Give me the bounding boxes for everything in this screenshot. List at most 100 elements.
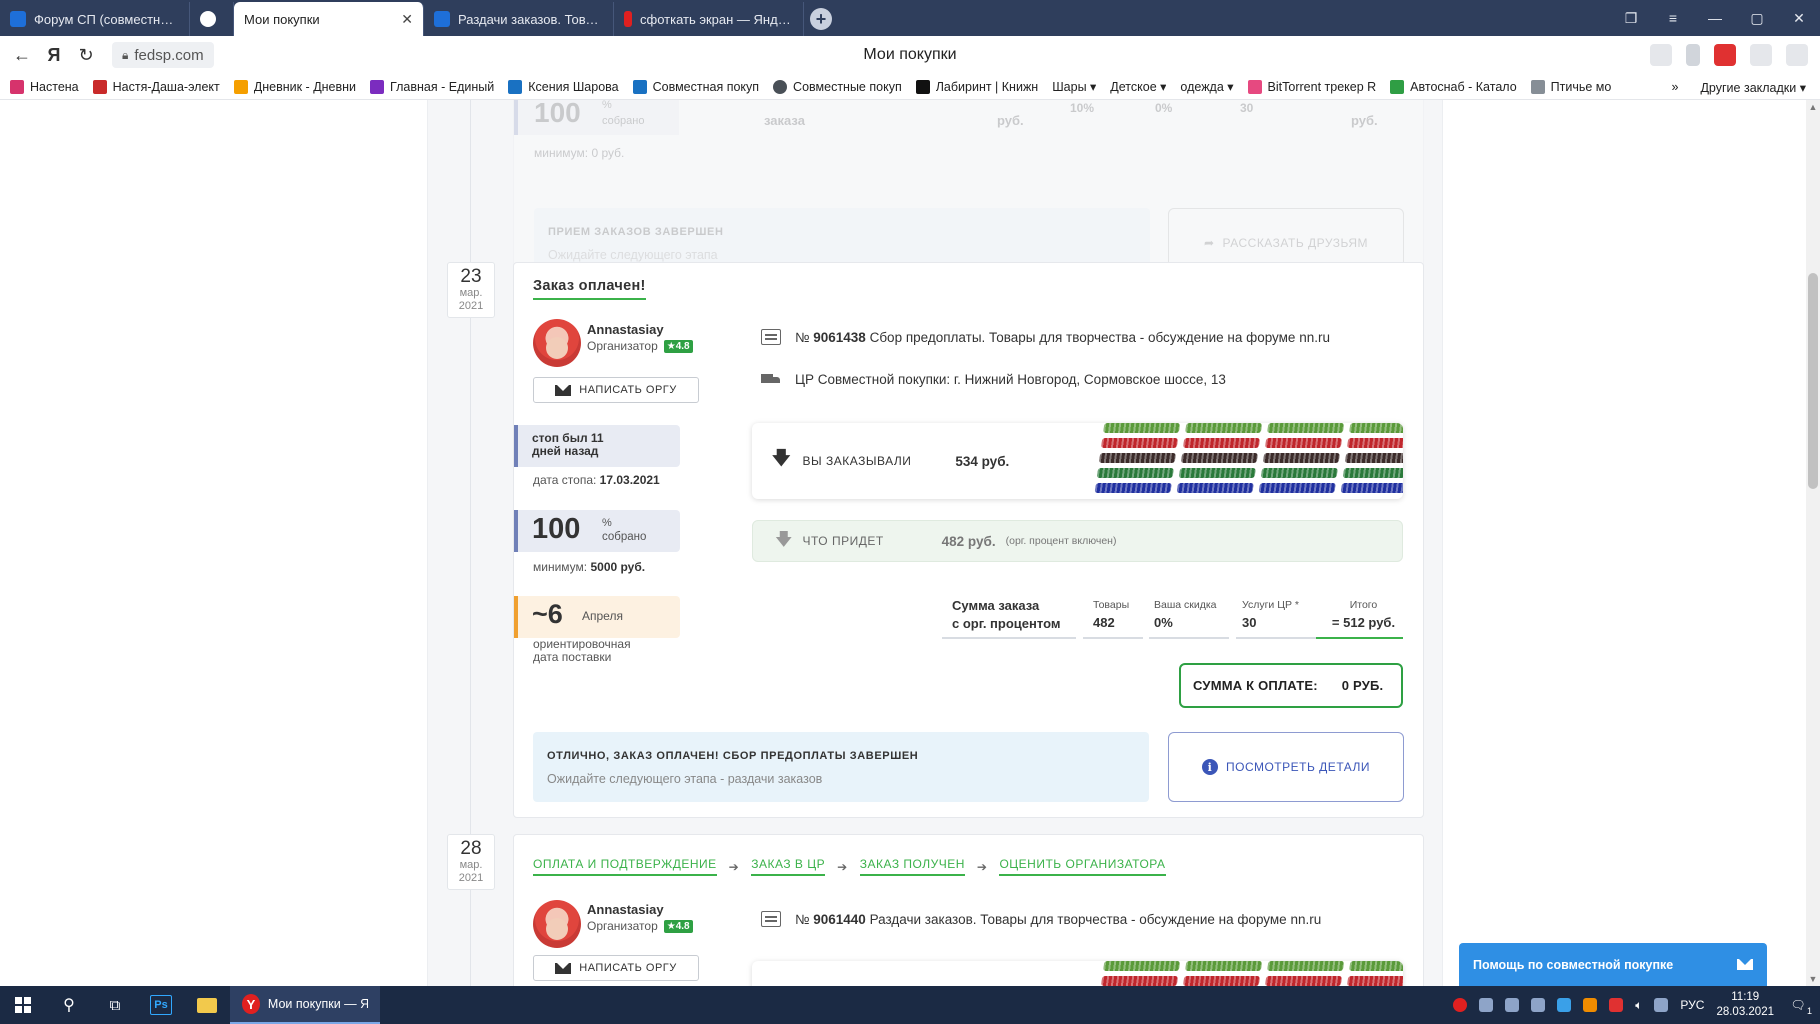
taskbar-browser-app[interactable]: Y Мои покупки — Я... — [230, 986, 380, 1024]
date-day: 28 — [460, 838, 482, 859]
reader-icon[interactable] — [1650, 44, 1672, 66]
new-tab-button[interactable]: + — [804, 2, 838, 36]
volume-icon[interactable]: 🔈︎ — [1635, 998, 1642, 1013]
tray-network-icon[interactable] — [1531, 998, 1546, 1012]
menu-icon[interactable]: ≡ — [1652, 10, 1694, 26]
minimum-text: минимум: 0 руб. — [534, 146, 625, 160]
bookmark-item[interactable]: Настя-Даша-элект — [92, 79, 220, 94]
tab-pinned[interactable] — [190, 2, 234, 36]
collections-icon[interactable] — [1750, 44, 1772, 66]
yandex-favicon-icon — [624, 11, 632, 27]
tray-torrent-icon[interactable] — [1583, 998, 1598, 1012]
order-title[interactable]: № 9061440 Раздачи заказов. Товары для тв… — [795, 912, 1321, 927]
bookmark-item[interactable]: Лабиринт | Книжн — [915, 79, 1038, 94]
stop-date-label: дата стопа: — [533, 473, 597, 487]
windows-taskbar: ⚲ ⧉ Ps Y Мои покупки — Я... 🔈︎ РУС 11:19… — [0, 986, 1820, 1024]
scrollbar-thumb[interactable] — [1808, 273, 1818, 489]
sum-label-line2: с орг. процентом — [952, 616, 1061, 631]
notice-subtitle: Ожидайте следующего этапа — [548, 248, 718, 262]
step-rate-organizer[interactable]: ОЦЕНИТЬ ОРГАНИЗАТОРА — [999, 857, 1166, 876]
tray-steam-icon[interactable] — [1505, 998, 1520, 1012]
clock[interactable]: 11:19 28.03.2021 — [1716, 990, 1774, 1020]
avatar-face — [546, 918, 568, 940]
task-view-icon[interactable]: ⧉ — [92, 986, 138, 1024]
forum-favicon-icon — [10, 11, 26, 27]
bookmark-folder[interactable]: одежда ▾ — [1180, 79, 1233, 94]
tray-update-icon[interactable] — [1557, 998, 1572, 1012]
tab-distribution[interactable]: Раздачи заказов. Товары — [424, 2, 614, 36]
notifications-icon[interactable]: 🗨︎ 1 — [1786, 998, 1812, 1016]
bookmark-item[interactable]: Птичье мо — [1530, 79, 1612, 94]
bookmark-item[interactable]: Настена — [10, 79, 79, 94]
beads-strip — [1258, 423, 1345, 499]
file-explorer-icon[interactable] — [184, 986, 230, 1024]
tray-yandex-icon[interactable] — [1453, 998, 1468, 1012]
arrow-down-icon: 🡇 — [772, 448, 791, 468]
bookmark-item[interactable]: Дневник - Дневни — [233, 79, 356, 94]
scroll-down-icon[interactable]: ▼ — [1806, 974, 1820, 984]
tabs-list-icon[interactable]: ❐ — [1610, 10, 1652, 27]
amount-to-pay-box: СУММА К ОПЛАТЕ: 0 РУБ. — [1179, 663, 1403, 708]
tray-app-icon[interactable] — [1479, 998, 1494, 1012]
order-title[interactable]: № 9061438 Сбор предоплаты. Товары для тв… — [795, 330, 1330, 345]
tab-my-purchases[interactable]: Мои покупки ✕ — [234, 2, 424, 36]
other-bookmarks[interactable]: Другие закладки ▾ — [1700, 80, 1806, 95]
write-organizer-button[interactable]: НАПИСАТЬ ОРГУ — [533, 955, 699, 981]
bookmark-item[interactable]: Главная - Единый — [370, 79, 494, 94]
organizer-avatar[interactable] — [533, 319, 581, 367]
date-year: 2021 — [458, 300, 484, 312]
organizer-role: Организатор ★4.8 — [587, 339, 693, 353]
close-icon[interactable]: ✕ — [401, 11, 413, 28]
back-arrow-icon[interactable]: ← — [6, 45, 38, 66]
restore-icon[interactable]: ▢ — [1736, 10, 1778, 27]
reload-icon[interactable]: ↻ — [70, 45, 102, 66]
bookmark-item[interactable]: BitTorrent трекер R — [1247, 79, 1376, 94]
bookmark-label: Птичье мо — [1550, 79, 1612, 94]
windows-logo-icon — [15, 997, 31, 1013]
clock-date: 28.03.2021 — [1716, 1006, 1774, 1018]
col-label: руб. — [997, 113, 1024, 128]
start-button[interactable] — [0, 986, 46, 1024]
search-icon[interactable]: ⚲ — [46, 986, 92, 1024]
organizer-name[interactable]: Annastasiay — [587, 902, 664, 917]
product-image[interactable] — [1089, 423, 1403, 499]
info-icon: i — [1201, 759, 1218, 775]
help-chat-widget[interactable]: Помощь по совместной покупке — [1459, 943, 1767, 986]
tray-battery-icon[interactable] — [1654, 998, 1669, 1012]
bookmark-item[interactable]: Совместные покуп — [773, 79, 902, 94]
organizer-avatar[interactable] — [533, 900, 581, 948]
more-bookmarks-icon[interactable]: » — [1672, 80, 1679, 94]
close-window-icon[interactable]: ✕ — [1778, 10, 1820, 27]
bookmark-favicon-icon — [1390, 79, 1405, 94]
page-scrollbar[interactable]: ▲ ▼ — [1806, 100, 1820, 986]
extension-icon[interactable] — [1714, 44, 1736, 66]
bookmark-icon[interactable] — [1686, 44, 1700, 66]
tab-forum[interactable]: Форум СП (совместных покупок) — [0, 2, 190, 36]
step-in-center[interactable]: ЗАКАЗ В ЦР — [751, 857, 826, 876]
bookmark-item[interactable]: Ксения Шарова — [508, 79, 619, 94]
delivery-day: ~6 — [532, 599, 563, 629]
yandex-logo-icon[interactable]: Я — [38, 45, 70, 66]
minimize-icon[interactable]: — — [1694, 10, 1736, 26]
scroll-up-icon[interactable]: ▲ — [1806, 102, 1820, 112]
step-payment[interactable]: ОПЛАТА И ПОДТВЕРЖДЕНИЕ — [533, 857, 717, 876]
view-details-button[interactable]: i ПОСМОТРЕТЬ ДЕТАЛИ — [1168, 732, 1404, 802]
beads-strip — [1094, 423, 1181, 499]
language-indicator[interactable]: РУС — [1680, 998, 1704, 1012]
percent-value: 100 — [534, 100, 581, 128]
beads-strip — [1176, 423, 1263, 499]
tab-yandex-search[interactable]: сфоткать экран — Яндекс — [614, 2, 804, 36]
photoshop-icon[interactable]: Ps — [138, 986, 184, 1024]
bookmark-folder[interactable]: Детское ▾ — [1110, 79, 1166, 94]
download-icon[interactable] — [1786, 44, 1808, 66]
write-organizer-button[interactable]: НАПИСАТЬ ОРГУ — [533, 377, 699, 403]
organizer-name[interactable]: Annastasiay — [587, 322, 664, 337]
product-image[interactable] — [1089, 961, 1403, 986]
bookmark-item[interactable]: Совместная покуп — [632, 79, 759, 94]
step-received[interactable]: ЗАКАЗ ПОЛУЧЕН — [859, 857, 965, 876]
tray-arrow-icon[interactable] — [1609, 998, 1624, 1012]
bookmark-item[interactable]: Автоснаб - Катало — [1390, 79, 1517, 94]
bookmark-folder[interactable]: Шары ▾ — [1052, 79, 1096, 94]
url-field[interactable]: 🔒︎ fedsp.com — [112, 42, 214, 68]
delivery-box: ~6 Апреля — [514, 596, 680, 638]
